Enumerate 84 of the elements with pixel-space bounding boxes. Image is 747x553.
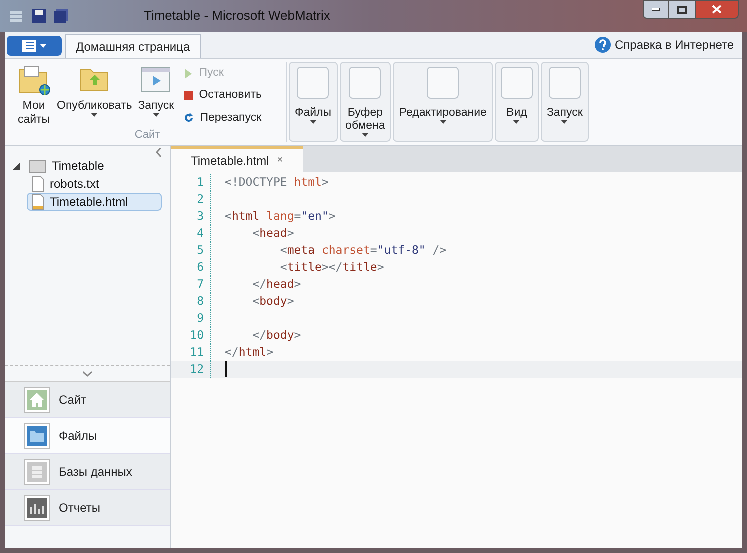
nav-item[interactable]: Базы данных	[5, 454, 170, 490]
placeholder-icon	[297, 67, 330, 99]
code-line: </head>	[252, 276, 302, 293]
line-number: 9	[171, 310, 211, 327]
placeholder-icon	[548, 67, 581, 99]
line-number: 2	[171, 191, 211, 208]
ribbon-small-button[interactable]: Остановить	[184, 87, 262, 104]
tree-item[interactable]: Timetable.html	[27, 193, 162, 211]
folder-icon	[24, 422, 50, 448]
group-label: Сайт	[134, 128, 160, 143]
close-tab-button[interactable]: ×	[277, 153, 284, 168]
window-title: Timetable - Microsoft WebMatrix	[144, 7, 330, 26]
file-icon	[32, 176, 44, 192]
placeholder-icon	[349, 67, 382, 99]
nav-item[interactable]: Файлы	[5, 418, 170, 454]
help-icon	[594, 37, 611, 53]
editor-tab[interactable]: Timetable.html ×	[171, 146, 304, 172]
close-button[interactable]	[695, 0, 739, 19]
line-number: 7	[171, 276, 211, 293]
minimize-button[interactable]	[643, 0, 669, 19]
tab-title: Timetable.html	[191, 152, 270, 170]
save-icon[interactable]	[32, 9, 46, 23]
line-number: 3	[171, 208, 211, 225]
line-number: 8	[171, 293, 211, 310]
ribbon-big-button[interactable]: Мои сайты	[17, 62, 51, 127]
folder-globe-icon	[17, 64, 51, 96]
code-line: </body>	[252, 327, 302, 344]
restart-icon	[184, 113, 194, 124]
maximize-button[interactable]	[669, 0, 695, 19]
nav-item[interactable]: Отчеты	[5, 490, 170, 526]
stop-icon	[184, 91, 194, 100]
caret-icon	[152, 113, 160, 117]
bar-chart-icon	[24, 494, 50, 520]
expander-icon[interactable]	[13, 162, 20, 170]
play-icon	[184, 68, 194, 79]
ribbon-big-button[interactable]: Запуск	[138, 62, 174, 127]
caret-icon	[561, 120, 568, 124]
caret-icon	[362, 133, 369, 137]
code-line: <meta charset="utf-8" />	[279, 242, 447, 259]
tree-item[interactable]: Timetable	[24, 157, 110, 175]
caret-icon	[513, 120, 520, 124]
line-number: 6	[171, 259, 211, 276]
caret-icon	[310, 120, 317, 124]
line-number: 5	[171, 242, 211, 259]
code-line: </html>	[225, 344, 274, 361]
ribbon-group-button[interactable]: Запуск	[540, 62, 589, 142]
house-icon	[24, 386, 50, 412]
list-icon	[22, 40, 36, 52]
expand-icon[interactable]	[83, 370, 92, 376]
code-line: <html lang="en">	[225, 208, 336, 225]
caret-icon	[91, 113, 98, 117]
app-icon	[8, 8, 24, 24]
ribbon-big-button[interactable]: Опубликовать	[57, 62, 132, 127]
collapse-icon[interactable]	[156, 148, 162, 157]
ribbon-tab[interactable]: Домашняя страница	[65, 34, 202, 58]
caret-icon	[440, 120, 447, 124]
code-line: <title></title>	[279, 259, 384, 276]
maximize-icon	[677, 6, 687, 14]
ribbon-group-button[interactable]: Буфер обмена	[340, 62, 392, 142]
text-cursor	[225, 361, 227, 377]
code-line: <head>	[252, 225, 294, 242]
help-link[interactable]: Справка в Интернете	[614, 36, 734, 54]
placeholder-icon	[427, 67, 460, 99]
line-number: 10	[171, 327, 211, 344]
line-number: 12	[171, 361, 211, 378]
ribbon-group-button[interactable]: Вид	[494, 62, 539, 142]
caret-icon	[40, 44, 47, 48]
placeholder-icon	[500, 67, 533, 99]
file-icon	[32, 194, 44, 210]
minimize-icon	[652, 8, 660, 11]
save-all-icon[interactable]	[54, 9, 68, 23]
close-icon	[712, 5, 722, 14]
line-number: 1	[171, 174, 211, 191]
ribbon-group-button[interactable]: Файлы	[289, 62, 338, 142]
app-menu-button[interactable]	[7, 36, 62, 56]
table-icon	[24, 458, 50, 484]
code-line: <body>	[252, 293, 294, 310]
folder-icon	[29, 160, 46, 172]
ribbon-small-button[interactable]: Перезапуск	[184, 110, 262, 127]
code-line: <!DOCTYPE html>	[225, 174, 329, 191]
tree-item[interactable]: robots.txt	[27, 175, 104, 193]
nav-item[interactable]: Сайт	[5, 382, 170, 418]
line-number: 4	[171, 225, 211, 242]
ribbon-group-button[interactable]: Редактирование	[393, 62, 493, 142]
